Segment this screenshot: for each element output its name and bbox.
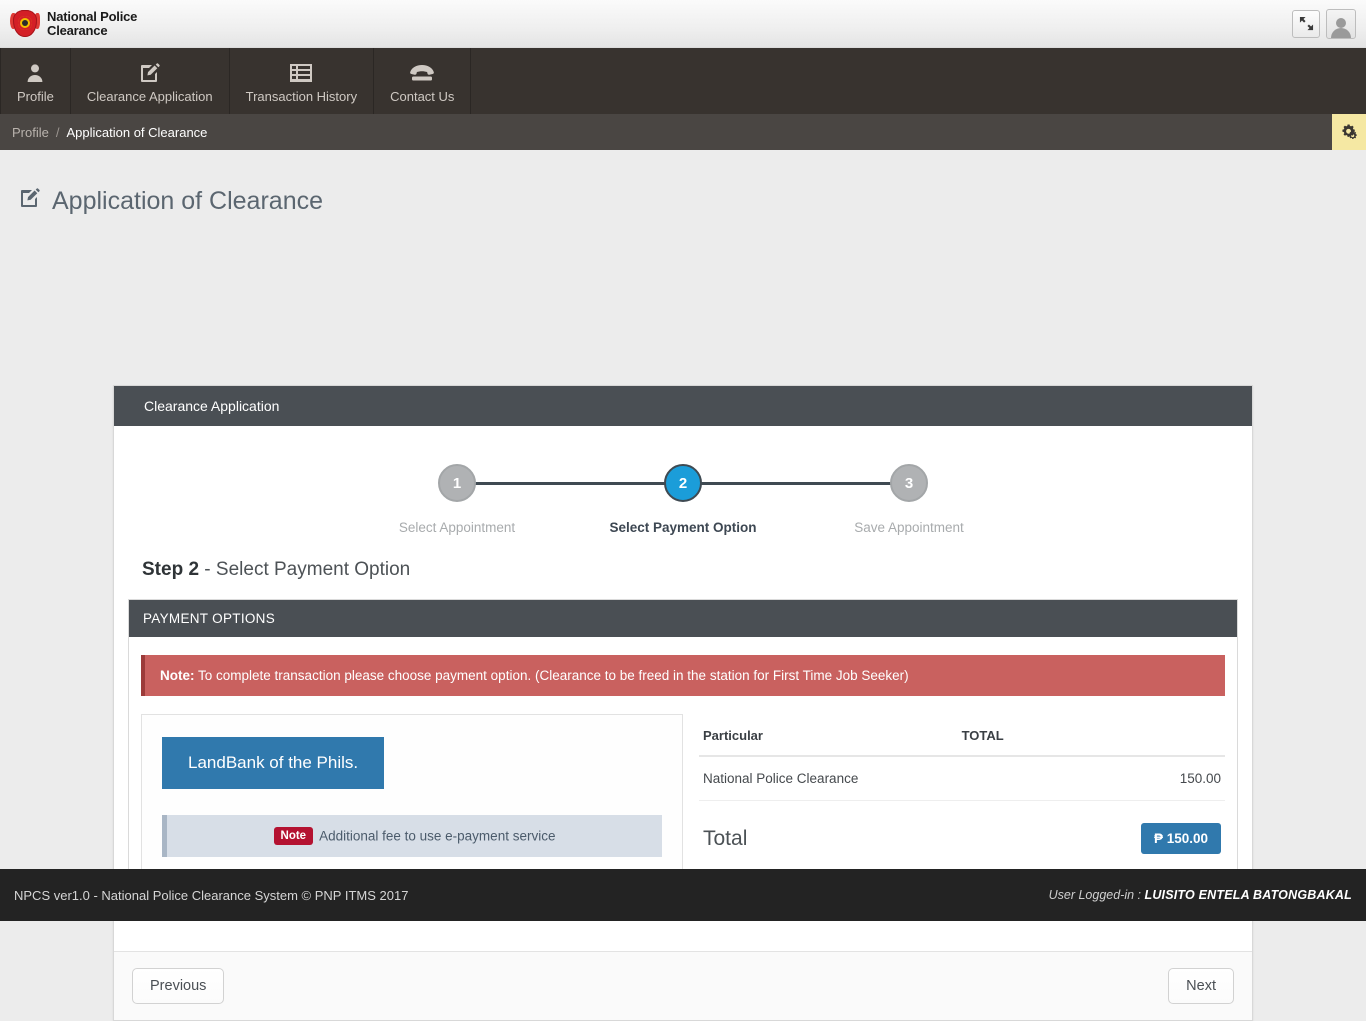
table-header-row: Particular TOTAL: [699, 720, 1225, 757]
nav-label: Clearance Application: [86, 89, 213, 104]
panel-body: 1 Select Appointment 2 Select Payment Op…: [114, 426, 1252, 909]
step-caption: Select Appointment: [398, 520, 516, 535]
clearance-application-panel: Clearance Application 1 Select Appointme…: [113, 385, 1253, 1021]
user-icon: [25, 60, 45, 86]
landbank-payment-button[interactable]: LandBank of the Phils.: [162, 737, 385, 789]
payment-note-alert: Note: To complete transaction please cho…: [141, 655, 1225, 696]
telephone-icon: [409, 60, 435, 86]
order-summary-panel: Particular TOTAL National Police Clearan…: [699, 714, 1225, 886]
step-3-save-appointment[interactable]: 3 Save Appointment: [796, 464, 1022, 535]
epayment-fee-text: Additional fee to use e-payment service: [319, 828, 556, 844]
breadcrumb: Profile / Application of Clearance: [0, 114, 1366, 150]
page-footer: NPCS ver1.0 - National Police Clearance …: [0, 869, 1366, 921]
nav-label: Profile: [17, 89, 54, 104]
page-title: Application of Clearance: [0, 150, 1366, 217]
step-number[interactable]: 1: [438, 464, 476, 502]
wizard-stepper: 1 Select Appointment 2 Select Payment Op…: [128, 426, 1238, 541]
brand-actions: [1292, 8, 1356, 39]
nav-item-contact-us[interactable]: Contact Us: [374, 48, 472, 114]
pencil-square-icon: [18, 186, 42, 217]
grand-total-amount: ₱ 150.00: [1140, 823, 1221, 854]
column-header-total: TOTAL: [957, 720, 1147, 757]
table-row: National Police Clearance 150.00: [699, 756, 1225, 801]
previous-button[interactable]: Previous: [132, 968, 225, 1004]
step-2-select-payment-option[interactable]: 2 Select Payment Option: [570, 464, 909, 535]
nav-label: Transaction History: [245, 89, 358, 104]
pencil-square-icon: [138, 60, 162, 86]
payment-columns: LandBank of the Phils. Note Additional fe…: [141, 714, 1225, 886]
wizard-footer: Previous Next: [114, 951, 1252, 1020]
fullscreen-expand-icon[interactable]: [1292, 9, 1320, 38]
gears-icon[interactable]: [1332, 114, 1366, 150]
next-button[interactable]: Next: [1168, 968, 1234, 1004]
list-table-icon: [289, 60, 313, 86]
brand-title-line1: National Police: [47, 8, 138, 24]
payment-note-text: To complete transaction please choose pa…: [194, 668, 909, 683]
page-title-text: Application of Clearance: [52, 187, 323, 215]
grand-total-label: Total: [703, 826, 748, 850]
payment-methods-panel: LandBank of the Phils. Note Additional fe…: [141, 714, 683, 886]
brand-title-line2: Clearance: [47, 22, 108, 38]
pnp-shield-logo-icon: [10, 9, 40, 39]
nav-item-transaction-history[interactable]: Transaction History: [230, 48, 375, 114]
panel-header: Clearance Application: [114, 386, 1252, 426]
payment-options-header: PAYMENT OPTIONS: [129, 600, 1237, 637]
brand-title: National Police Clearance: [47, 8, 138, 38]
footer-user-name: LUISITO ENTELA BATONGBAKAL: [1144, 888, 1352, 902]
particulars-table: Particular TOTAL National Police Clearan…: [699, 720, 1225, 801]
nav-item-clearance-application[interactable]: Clearance Application: [71, 48, 230, 114]
user-avatar-icon[interactable]: [1326, 8, 1356, 39]
column-header-spacer: [1146, 720, 1225, 757]
footer-user-info: User Logged-in : LUISITO ENTELA BATONGBA…: [1049, 888, 1352, 902]
step-connector: [457, 482, 683, 485]
step-label-bold: Step 2: [142, 559, 200, 580]
step-label: Step 2 - Select Payment Option: [128, 541, 1238, 599]
step-caption: Select Payment Option: [609, 520, 757, 535]
cell-total: 150.00: [1146, 756, 1225, 801]
footer-user-label: User Logged-in :: [1048, 888, 1145, 902]
grand-total-row: Total ₱ 150.00: [699, 801, 1225, 864]
payment-options-box: PAYMENT OPTIONS Note: To complete transa…: [128, 599, 1238, 909]
epayment-fee-note: Note Additional fee to use e-payment serv…: [162, 815, 662, 857]
step-connector: [683, 482, 909, 485]
cell-particular: National Police Clearance: [699, 756, 958, 801]
payment-note-label: Note:: [160, 668, 195, 683]
nav-item-profile[interactable]: Profile: [0, 48, 71, 114]
step-number[interactable]: 2: [664, 464, 702, 502]
column-header-particular: Particular: [699, 720, 958, 757]
brand-logo-area: National Police Clearance: [10, 9, 137, 39]
step-caption: Save Appointment: [854, 520, 964, 535]
breadcrumb-current: Application of Clearance: [66, 124, 208, 140]
breadcrumb-parent[interactable]: Profile: [12, 125, 49, 140]
nav-label: Contact Us: [390, 89, 455, 104]
step-1-select-appointment[interactable]: 1 Select Appointment: [344, 464, 683, 535]
brand-bar: National Police Clearance: [0, 0, 1366, 48]
main-navigation: Profile Clearance Application Transactio…: [0, 48, 1366, 114]
note-badge: Note: [273, 827, 314, 845]
payment-options-body: Note: To complete transaction please cho…: [129, 637, 1237, 908]
page-content: Application of Clearance Clearance Appli…: [0, 150, 1366, 1021]
breadcrumb-separator: /: [55, 124, 60, 140]
step-label-rest: - Select Payment Option: [199, 559, 411, 580]
cell-spacer: [957, 756, 1147, 801]
step-number[interactable]: 3: [890, 464, 928, 502]
footer-copyright: NPCS ver1.0 - National Police Clearance …: [14, 887, 409, 903]
